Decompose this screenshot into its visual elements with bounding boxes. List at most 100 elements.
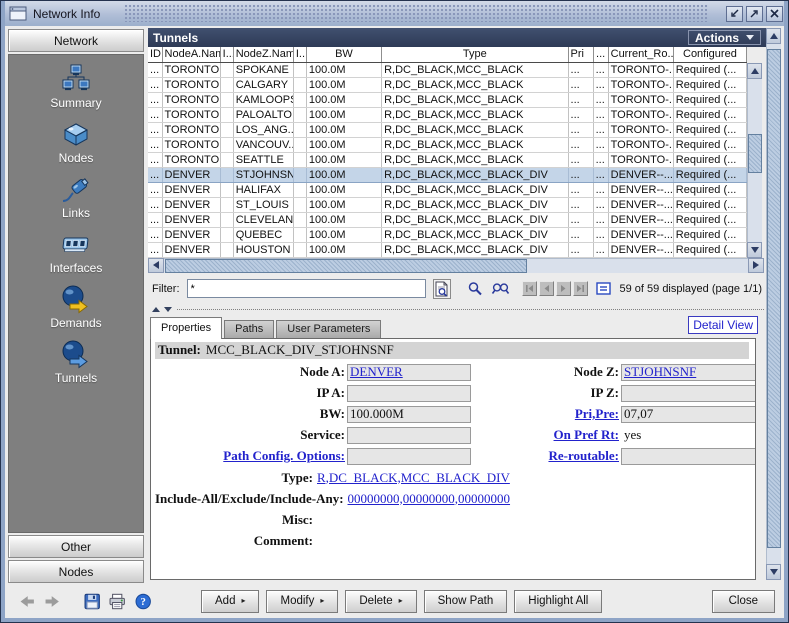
property-field[interactable] bbox=[621, 448, 756, 465]
property-value[interactable]: 00000000,00000000,00000000 bbox=[348, 491, 511, 507]
tab-user-parameters[interactable]: User Parameters bbox=[276, 320, 381, 338]
tab-paths[interactable]: Paths bbox=[224, 320, 274, 338]
prev-page-icon[interactable] bbox=[539, 281, 554, 296]
restore-down-icon[interactable] bbox=[726, 6, 743, 22]
table-row[interactable]: ...DENVERHOUSTON100.0MR,DC_BLACK,MCC_BLA… bbox=[148, 242, 747, 257]
column-header[interactable]: Type bbox=[382, 47, 568, 62]
column-header[interactable]: BW bbox=[306, 47, 381, 62]
first-page-icon[interactable] bbox=[522, 281, 537, 296]
table-row[interactable]: ...TORONTOCALGARY100.0MR,DC_BLACK,MCC_BL… bbox=[148, 77, 747, 92]
property-label[interactable]: Re-routable: bbox=[471, 448, 621, 464]
column-header[interactable]: I... bbox=[220, 47, 233, 62]
filter-input[interactable] bbox=[187, 279, 426, 298]
panel-vscroll-thumb[interactable] bbox=[767, 49, 781, 548]
property-field[interactable]: STJOHNSNF bbox=[621, 364, 756, 381]
advanced-filter-icon[interactable] bbox=[433, 279, 451, 299]
panel-scroll-up-icon[interactable] bbox=[766, 28, 781, 44]
property-label[interactable]: Pri,Pre: bbox=[471, 406, 621, 422]
next-page-icon[interactable] bbox=[556, 281, 571, 296]
collapse-up-icon[interactable] bbox=[152, 307, 160, 312]
table-row[interactable]: ...DENVERST_LOUIS100.0MR,DC_BLACK,MCC_BL… bbox=[148, 197, 747, 212]
sidebar-item-summary[interactable]: Summary bbox=[50, 64, 101, 110]
add-button[interactable]: Add▸ bbox=[201, 590, 259, 613]
table-row[interactable]: ...DENVERHALIFAX100.0MR,DC_BLACK,MCC_BLA… bbox=[148, 182, 747, 197]
highlight-all-button[interactable]: Highlight All bbox=[514, 590, 602, 613]
table-row[interactable]: ...TORONTOSEATTLE100.0MR,DC_BLACK,MCC_BL… bbox=[148, 152, 747, 167]
sidebar-item-demands[interactable]: Demands bbox=[50, 284, 101, 330]
last-page-icon[interactable] bbox=[573, 281, 588, 296]
column-header[interactable]: NodeZ.Name bbox=[233, 47, 293, 62]
back-icon[interactable] bbox=[19, 593, 35, 610]
column-header[interactable]: Configured bbox=[673, 47, 746, 62]
property-field[interactable] bbox=[347, 427, 471, 444]
table-hscroll-thumb[interactable] bbox=[165, 259, 527, 273]
show-path-button[interactable]: Show Path bbox=[424, 590, 508, 613]
tab-properties[interactable]: Properties bbox=[150, 317, 222, 339]
save-icon[interactable] bbox=[84, 593, 100, 610]
collapse-down-icon[interactable] bbox=[164, 307, 172, 312]
sidebar-network-button[interactable]: Network bbox=[8, 29, 144, 52]
table-row[interactable]: ...DENVERCLEVELAND100.0MR,DC_BLACK,MCC_B… bbox=[148, 212, 747, 227]
delete-button[interactable]: Delete▸ bbox=[345, 590, 416, 613]
title-bar[interactable]: Network Info bbox=[5, 1, 784, 26]
split-pane-divider[interactable] bbox=[148, 305, 766, 314]
table-scroll-right-icon[interactable] bbox=[748, 258, 764, 273]
column-header[interactable]: I... bbox=[293, 47, 306, 62]
detail-view-link[interactable]: Detail View bbox=[688, 316, 758, 334]
search-all-icon[interactable] bbox=[491, 280, 511, 298]
table-vertical-scrollbar[interactable] bbox=[747, 79, 762, 242]
table-scroll-up-icon[interactable] bbox=[747, 63, 762, 79]
sidebar-other-button[interactable]: Other bbox=[8, 535, 144, 558]
sidebar-item-interfaces[interactable]: Interfaces bbox=[50, 229, 103, 275]
table-row[interactable]: ...TORONTOKAMLOOPS100.0MR,DC_BLACK,MCC_B… bbox=[148, 92, 747, 107]
maximize-icon[interactable] bbox=[746, 6, 763, 22]
property-field[interactable]: DENVER bbox=[347, 364, 471, 381]
panel-vertical-scrollbar[interactable] bbox=[766, 28, 781, 580]
page-setup-icon[interactable] bbox=[595, 280, 613, 298]
modify-button[interactable]: Modify▸ bbox=[266, 590, 338, 613]
table-vscroll-thumb[interactable] bbox=[748, 134, 762, 173]
panel-scroll-down-icon[interactable] bbox=[766, 564, 781, 580]
table-scroll-down-icon[interactable] bbox=[747, 242, 762, 258]
property-label[interactable]: On Pref Rt: bbox=[471, 427, 621, 443]
column-header[interactable]: Pri bbox=[568, 47, 593, 62]
property-field[interactable] bbox=[347, 448, 471, 465]
sidebar-nodes-button[interactable]: Nodes bbox=[8, 560, 144, 583]
table-row[interactable]: ...TORONTOSPOKANE100.0MR,DC_BLACK,MCC_BL… bbox=[148, 62, 747, 77]
property-value[interactable]: STJOHNSNF bbox=[624, 364, 696, 380]
nodes-icon bbox=[61, 119, 91, 149]
column-header[interactable]: Current_Ro... bbox=[608, 47, 673, 62]
property-value[interactable]: DENVER bbox=[350, 364, 403, 380]
print-icon[interactable] bbox=[109, 593, 125, 610]
table-cell bbox=[220, 242, 233, 257]
column-header[interactable]: ... bbox=[593, 47, 608, 62]
property-label[interactable]: Path Config. Options: bbox=[155, 448, 347, 464]
actions-menu-button[interactable]: Actions bbox=[688, 30, 761, 45]
close-icon[interactable] bbox=[766, 6, 783, 22]
property-field[interactable] bbox=[347, 385, 471, 402]
forward-icon[interactable] bbox=[44, 593, 60, 610]
table-row[interactable]: ...TORONTOLOS_ANG...100.0MR,DC_BLACK,MCC… bbox=[148, 122, 747, 137]
property-field[interactable] bbox=[621, 385, 756, 402]
table-row[interactable]: ...TORONTOVANCOUV...100.0MR,DC_BLACK,MCC… bbox=[148, 137, 747, 152]
table-row[interactable]: ...TORONTOPALOALTO100.0MR,DC_BLACK,MCC_B… bbox=[148, 107, 747, 122]
table-scroll-left-icon[interactable] bbox=[148, 258, 164, 273]
property-field[interactable]: 100.000M bbox=[347, 406, 471, 423]
search-icon[interactable] bbox=[466, 280, 484, 298]
property-field[interactable]: 07,07 bbox=[621, 406, 756, 423]
sidebar-item-tunnels[interactable]: Tunnels bbox=[55, 339, 97, 385]
column-header[interactable]: ID bbox=[148, 47, 162, 62]
help-icon[interactable]: ? bbox=[135, 593, 151, 610]
column-header[interactable]: NodeA.Name bbox=[162, 47, 220, 62]
table-cell: ... bbox=[148, 137, 162, 152]
table-row[interactable]: ...DENVERSTJOHNSNF100.0MR,DC_BLACK,MCC_B… bbox=[148, 167, 747, 182]
table-horizontal-scrollbar[interactable] bbox=[148, 258, 764, 273]
sidebar-item-nodes[interactable]: Nodes bbox=[59, 119, 94, 165]
table-cell: R,DC_BLACK,MCC_BLACK_DIV bbox=[382, 227, 568, 242]
table-cell bbox=[220, 122, 233, 137]
sidebar-item-links[interactable]: Links bbox=[61, 174, 91, 220]
close-button[interactable]: Close bbox=[712, 590, 775, 613]
table-cell bbox=[220, 77, 233, 92]
table-row[interactable]: ...DENVERQUEBEC100.0MR,DC_BLACK,MCC_BLAC… bbox=[148, 227, 747, 242]
property-value[interactable]: R,DC_BLACK,MCC_BLACK_DIV bbox=[317, 470, 510, 486]
